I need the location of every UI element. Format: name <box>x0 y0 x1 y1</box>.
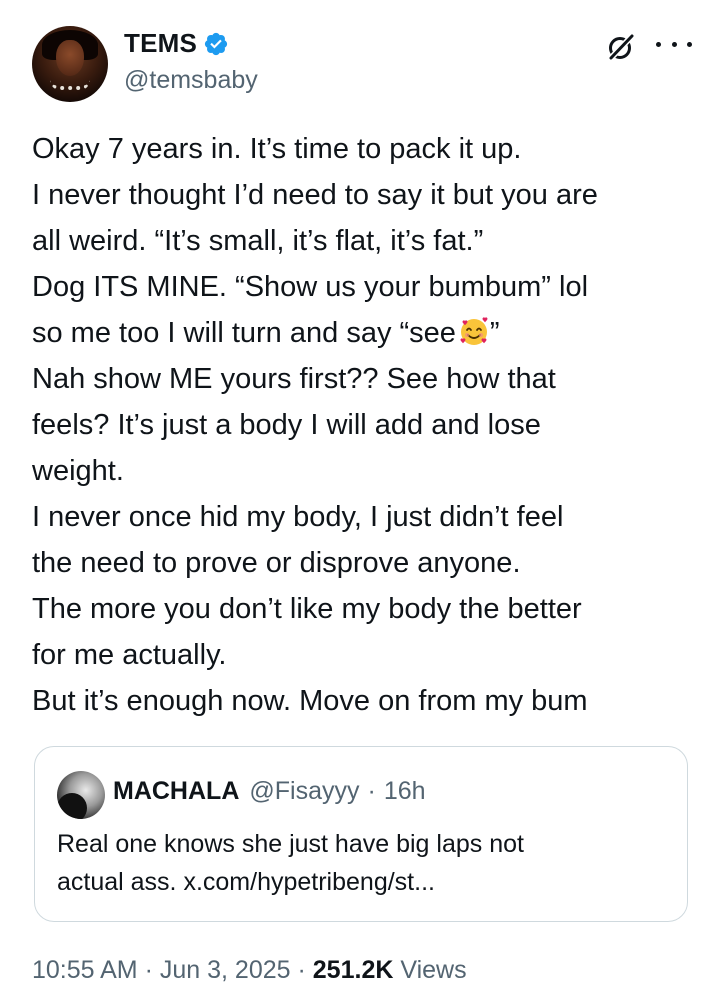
views-label: Views <box>400 956 467 984</box>
quoted-author-avatar[interactable] <box>57 771 105 819</box>
tweet-line: Nah show ME yours first?? See how that <box>32 363 556 395</box>
grok-icon[interactable] <box>606 32 636 62</box>
meta-separator: · <box>297 956 306 984</box>
tweet-body: Okay 7 years in. It’s time to pack it up… <box>32 126 692 724</box>
tweet-date[interactable]: Jun 3, 2025 <box>160 956 291 984</box>
quoted-author-row: MACHALA @Fisayyy · 16h <box>113 777 426 806</box>
quoted-time[interactable]: 16h <box>384 777 426 806</box>
tweet-line: I never thought I’d need to say it but y… <box>32 179 598 211</box>
author-avatar[interactable] <box>32 26 108 102</box>
tweet-line-with-emoji: so me too I will turn and say “see ” <box>32 310 692 356</box>
meta-separator: · <box>144 956 153 984</box>
author-handle[interactable]: @temsbaby <box>124 66 258 95</box>
author-name[interactable]: TEMS <box>124 28 197 59</box>
tweet-line: But it’s enough now. Move on from my bum <box>32 685 588 717</box>
more-options-icon[interactable] <box>656 34 692 54</box>
meta-separator: · <box>367 777 376 805</box>
smiling-face-with-hearts-icon <box>460 317 488 345</box>
author-name-row: TEMS <box>124 28 229 59</box>
views-count: 251.2K <box>312 956 394 984</box>
tweet-line: weight. <box>32 455 124 487</box>
verified-badge-icon <box>204 32 228 55</box>
quoted-line: Real one knows she just have big laps no… <box>57 830 524 858</box>
tweet-line: Dog ITS MINE. “Show us your bumbum” lol <box>32 271 589 303</box>
tweet-line: I never once hid my body, I just didn’t … <box>32 501 564 533</box>
quoted-tweet[interactable]: MACHALA @Fisayyy · 16h Real one knows sh… <box>34 746 688 922</box>
tweet-header: TEMS @temsbaby <box>32 22 692 102</box>
tweet-line-text: so me too I will turn and say “see <box>32 317 456 349</box>
quoted-line: actual ass. x.com/hypetribeng/st... <box>57 868 435 896</box>
tweet-line: The more you don’t like my body the bett… <box>32 593 582 625</box>
tweet-line: the need to prove or disprove anyone. <box>32 547 521 579</box>
quoted-author-handle[interactable]: @Fisayyy <box>249 777 359 806</box>
quoted-tweet-body: Real one knows she just have big laps no… <box>57 825 667 901</box>
tweet-meta: 10:55 AM · Jun 3, 2025 · 251.2K Views <box>32 956 467 985</box>
tweet-line: Okay 7 years in. It’s time to pack it up… <box>32 133 522 165</box>
quoted-author-name[interactable]: MACHALA <box>113 777 239 806</box>
tweet-line-text: ” <box>489 317 500 349</box>
tweet-time[interactable]: 10:55 AM <box>32 956 138 984</box>
tweet-line: all weird. “It’s small, it’s flat, it’s … <box>32 225 484 257</box>
tweet-line: for me actually. <box>32 639 227 671</box>
tweet-line: feels? It’s just a body I will add and l… <box>32 409 541 441</box>
